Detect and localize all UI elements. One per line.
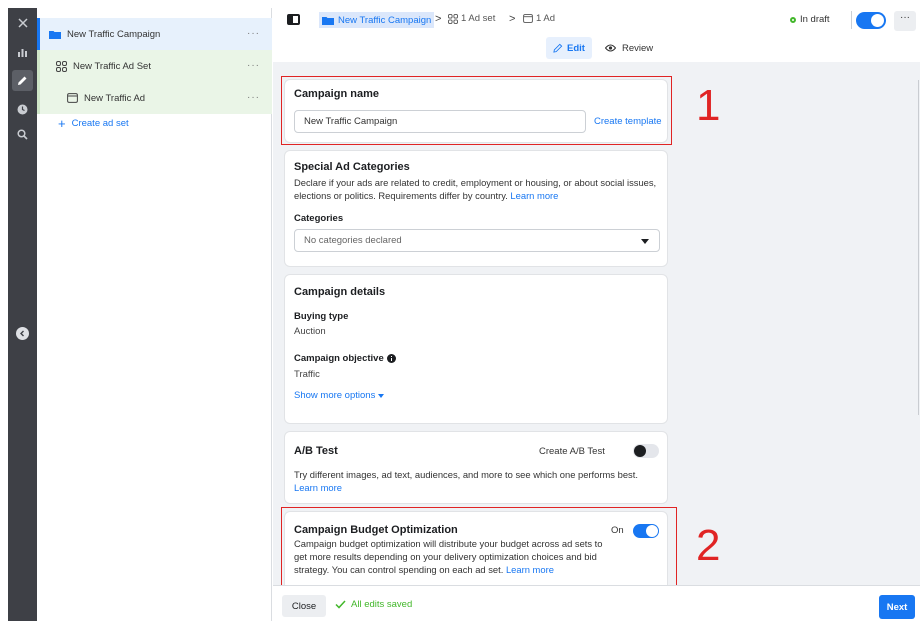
breadcrumb-campaign-label: New Traffic Campaign — [338, 14, 432, 26]
objective-label: Campaign objective — [294, 353, 384, 364]
adset-grid-icon — [448, 13, 458, 24]
objective-value: Traffic — [294, 369, 320, 380]
special-ad-title: Special Ad Categories — [294, 161, 410, 173]
search-icon[interactable] — [12, 124, 33, 145]
campaign-on-off-toggle[interactable] — [856, 12, 886, 29]
campaign-tree-panel: New Traffic Campaign ··· New Traffic Ad … — [37, 8, 272, 621]
special-ad-description: Declare if your ads are related to credi… — [294, 176, 662, 202]
breadcrumb-campaign[interactable]: New Traffic Campaign — [319, 12, 435, 28]
pencil-icon[interactable] — [12, 70, 33, 91]
tree-item-adset[interactable]: New Traffic Ad Set ··· — [37, 50, 272, 82]
top-bar: New Traffic Campaign > 1 Ad set > 1 Ad I… — [273, 8, 920, 62]
breadcrumb-ad-label: 1 Ad — [536, 13, 556, 24]
tree-item-ad[interactable]: New Traffic Ad ··· — [37, 82, 272, 114]
categories-label: Categories — [294, 213, 344, 224]
annotation-number-2: 2 — [696, 521, 721, 570]
close-icon[interactable] — [12, 12, 33, 33]
ad-frame-icon — [523, 14, 533, 23]
adset-grid-icon — [56, 60, 67, 72]
next-button[interactable]: Next — [879, 595, 915, 619]
tree-item-campaign[interactable]: New Traffic Campaign ··· — [37, 18, 272, 50]
tree-adset-label: New Traffic Ad Set — [73, 60, 151, 72]
buying-type-label: Buying type — [294, 311, 349, 322]
campaign-details-title: Campaign details — [294, 286, 386, 298]
create-ab-test-label: Create A/B Test — [539, 446, 605, 457]
editor-main-area: Campaign name New Traffic Campaign Creat… — [273, 62, 920, 585]
show-more-label: Show more options — [294, 390, 376, 401]
categories-select-value: No categories declared — [304, 235, 402, 246]
tree-campaign-label: New Traffic Campaign — [67, 28, 161, 40]
breadcrumb-adset-label: 1 Ad set — [461, 13, 496, 24]
draft-status: In draft — [790, 14, 830, 25]
collapse-chevron-icon[interactable] — [16, 327, 29, 340]
tab-edit[interactable]: Edit — [546, 37, 592, 59]
breadcrumb-ad[interactable]: 1 Ad — [523, 13, 555, 24]
scrollbar[interactable] — [918, 80, 919, 415]
annotation-box-1 — [281, 76, 672, 145]
categories-select[interactable]: No categories declared — [294, 229, 660, 252]
campaign-more-icon[interactable]: ··· — [247, 28, 260, 39]
create-adset-label: Create ad set — [71, 118, 129, 129]
chart-icon[interactable] — [12, 41, 33, 62]
status-dot-icon — [790, 16, 796, 23]
caret-down-icon — [378, 393, 385, 398]
bottom-bar: Close All edits saved Next — [273, 585, 920, 621]
breadcrumb-adset[interactable]: 1 Ad set — [448, 13, 495, 24]
ab-test-description: Try different images, ad text, audiences… — [294, 468, 662, 494]
plus-icon: + — [58, 116, 66, 131]
divider — [851, 11, 852, 29]
ab-test-card: A/B Test Create A/B Test Try different i… — [284, 431, 668, 504]
annotation-number-1: 1 — [696, 81, 721, 130]
checkmark-icon — [335, 600, 346, 609]
draft-status-label: In draft — [800, 14, 830, 25]
breadcrumb-separator: > — [435, 13, 442, 25]
special-ad-categories-card: Special Ad Categories Declare if your ad… — [284, 150, 668, 267]
ab-test-title: A/B Test — [294, 445, 338, 457]
folder-icon — [322, 16, 334, 25]
close-button[interactable]: Close — [282, 595, 326, 617]
tab-review[interactable]: Review — [605, 37, 653, 59]
annotation-box-2 — [281, 507, 677, 585]
tab-edit-label: Edit — [567, 42, 585, 54]
save-status-label: All edits saved — [351, 599, 413, 610]
tab-review-label: Review — [622, 42, 654, 54]
campaign-details-card: Campaign details Buying type Auction Cam… — [284, 274, 668, 424]
folder-icon — [49, 30, 61, 39]
panel-toggle-icon[interactable] — [287, 14, 300, 25]
show-more-options-link[interactable]: Show more options — [294, 390, 385, 401]
eye-icon — [605, 44, 616, 52]
pencil-icon — [553, 43, 563, 53]
more-options-button[interactable]: ··· — [894, 11, 916, 31]
ab-test-description-text: Try different images, ad text, audiences… — [294, 469, 638, 480]
special-ad-description-text: Declare if your ads are related to credi… — [294, 177, 657, 201]
ad-frame-icon — [67, 93, 78, 103]
save-status: All edits saved — [335, 599, 412, 610]
create-adset-link[interactable]: + Create ad set — [58, 116, 129, 131]
left-icon-rail — [8, 8, 37, 621]
caret-down-icon — [641, 239, 649, 244]
ad-more-icon[interactable]: ··· — [247, 92, 260, 103]
ab-test-learn-more[interactable]: Learn more — [294, 482, 342, 493]
adset-more-icon[interactable]: ··· — [247, 60, 260, 71]
ab-test-toggle[interactable] — [633, 444, 659, 458]
breadcrumb-separator: > — [509, 13, 516, 25]
tree-ad-label: New Traffic Ad — [84, 92, 146, 104]
clock-icon[interactable] — [12, 99, 33, 120]
special-ad-learn-more[interactable]: Learn more — [510, 190, 558, 201]
buying-type-value: Auction — [294, 326, 326, 337]
info-icon[interactable] — [386, 354, 396, 363]
objective-label-row: Campaign objective — [294, 353, 396, 364]
